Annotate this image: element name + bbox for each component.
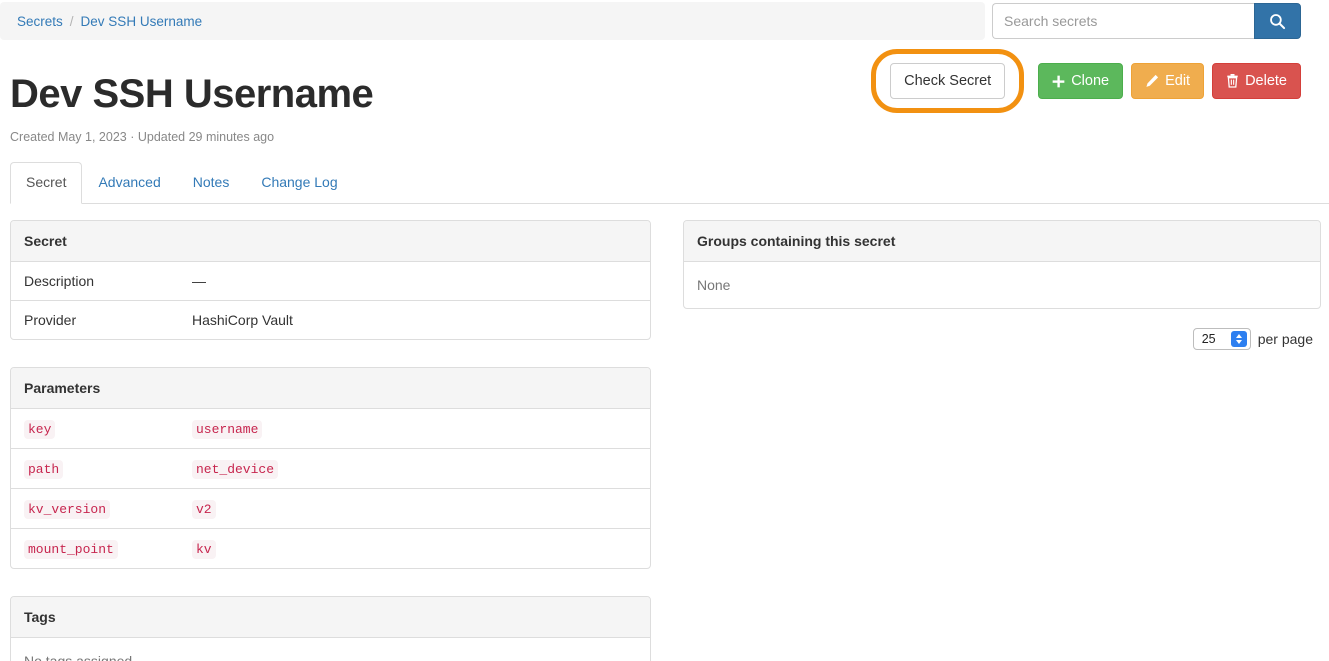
- clone-button-label: Clone: [1071, 73, 1110, 89]
- parameter-value-cell: username: [179, 408, 650, 449]
- edit-button[interactable]: Edit: [1131, 63, 1205, 99]
- secret-card: Secret Description — Provider HashiCorp …: [10, 219, 651, 340]
- parameter-value-cell: v2: [179, 488, 650, 529]
- trash-icon: [1227, 74, 1238, 88]
- search-input[interactable]: [992, 3, 1254, 39]
- groups-empty-message: None: [697, 276, 731, 293]
- check-secret-button[interactable]: Check Secret: [890, 63, 1006, 99]
- tab-secret[interactable]: Secret: [10, 162, 83, 204]
- groups-card-title: Groups containing this secret: [684, 220, 1320, 262]
- breadcrumb-link-current[interactable]: Dev SSH Username: [81, 14, 203, 29]
- parameter-value-cell: net_device: [179, 448, 650, 489]
- table-row: mount_point kv: [11, 528, 650, 568]
- table-row: kv_version v2: [11, 488, 650, 529]
- search-icon: [1270, 13, 1286, 29]
- tab-notes[interactable]: Notes: [177, 162, 246, 204]
- table-row: path net_device: [11, 448, 650, 489]
- secret-provider-value: HashiCorp Vault: [192, 311, 293, 328]
- parameter-key-cell: key: [11, 408, 179, 449]
- action-button-group: Check Secret Clone Edit Delete: [871, 49, 1301, 113]
- search-form: [992, 3, 1301, 39]
- plus-icon: [1052, 75, 1065, 87]
- check-secret-highlight-annotation: Check Secret: [871, 49, 1025, 113]
- delete-button[interactable]: Delete: [1212, 63, 1301, 99]
- parameter-key-cell: kv_version: [11, 488, 179, 529]
- breadcrumb-link-secrets[interactable]: Secrets: [17, 14, 63, 29]
- tags-empty-message: No tags assigned: [24, 652, 133, 661]
- top-bar: Secrets / Dev SSH Username: [0, 0, 1329, 42]
- parameter-key-code: kv_version: [24, 499, 111, 519]
- stepper-icon[interactable]: [1230, 330, 1247, 347]
- groups-card: Groups containing this secret None: [683, 219, 1321, 309]
- tab-change-log[interactable]: Change Log: [245, 162, 353, 204]
- table-row: Description —: [11, 261, 650, 301]
- secret-description-label: Description: [11, 261, 179, 301]
- page-meta-timestamps: Created May 1, 2023 · Updated 29 minutes…: [10, 130, 275, 144]
- secret-provider-label: Provider: [24, 311, 77, 328]
- parameter-value-code: net_device: [192, 459, 279, 479]
- parameters-table: key username path net_device kv_version …: [11, 408, 650, 568]
- secret-detail-table: Description — Provider HashiCorp Vault: [11, 261, 650, 339]
- parameter-value-code: v2: [192, 499, 216, 519]
- parameter-key-cell: path: [11, 448, 179, 489]
- table-row: key username: [11, 408, 650, 449]
- per-page-select[interactable]: 25: [1192, 327, 1251, 350]
- tab-advanced[interactable]: Advanced: [82, 162, 176, 204]
- secret-card-title: Secret: [11, 220, 650, 262]
- search-button[interactable]: [1254, 3, 1301, 39]
- chevron-up-icon: [1235, 333, 1242, 338]
- parameter-value-code: kv: [192, 539, 216, 559]
- clone-button[interactable]: Clone: [1038, 63, 1124, 99]
- parameter-value-code: username: [192, 419, 263, 439]
- left-column: Secret Description — Provider HashiCorp …: [10, 219, 651, 661]
- table-row: Provider HashiCorp Vault: [11, 300, 650, 339]
- per-page-selected-value: 25: [1201, 331, 1216, 346]
- delete-button-label: Delete: [1245, 73, 1287, 89]
- breadcrumb: Secrets / Dev SSH Username: [0, 2, 985, 40]
- per-page-label: per page: [1257, 330, 1313, 347]
- tags-card: Tags No tags assigned: [10, 595, 651, 661]
- parameters-card: Parameters key username path net_device …: [10, 366, 651, 569]
- main-content: Secret Description — Provider HashiCorp …: [0, 204, 1329, 661]
- parameter-key-code: key: [24, 419, 56, 439]
- parameter-key-code: mount_point: [24, 539, 118, 559]
- edit-button-label: Edit: [1165, 73, 1191, 89]
- breadcrumb-separator: /: [69, 13, 74, 29]
- tab-bar: Secret Advanced Notes Change Log: [10, 162, 1329, 204]
- per-page-control: 25 per page: [683, 327, 1321, 350]
- secret-description-value: —: [179, 261, 650, 301]
- right-column: Groups containing this secret None 25 pe…: [683, 219, 1321, 350]
- pencil-icon: [1146, 74, 1159, 87]
- parameter-key-code: path: [24, 459, 64, 479]
- tags-card-title: Tags: [11, 596, 650, 638]
- parameter-value-cell: kv: [179, 528, 650, 568]
- parameters-card-title: Parameters: [11, 367, 650, 409]
- chevron-down-icon: [1235, 339, 1242, 344]
- parameter-key-cell: mount_point: [11, 528, 179, 568]
